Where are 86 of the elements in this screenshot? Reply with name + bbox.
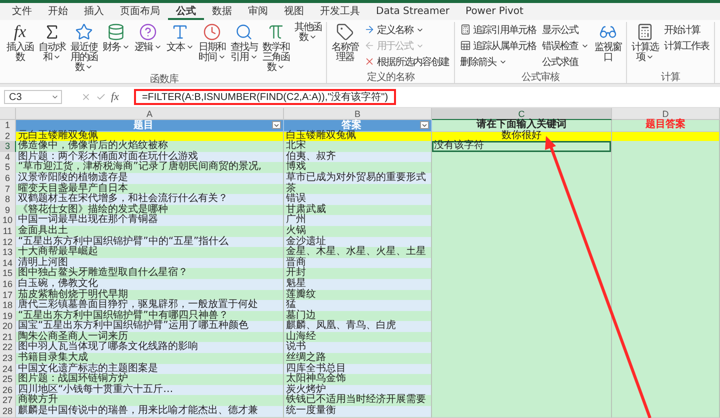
arrow-icon [364,24,375,35]
ribbon-button[interactable]: 删除箭头 [458,54,538,69]
ribbon-button[interactable]: 追踪引用单元格 [458,22,538,37]
row-number[interactable]: 18 [0,300,16,312]
row-number[interactable]: 16 [0,278,16,290]
ribbon-button[interactable]: 计算选项 [630,22,660,64]
row-number[interactable]: 6 [0,172,16,185]
ribbon-tab[interactable]: 审阅 [240,4,276,20]
ribbon-tab[interactable]: 插入 [76,4,112,20]
ribbon-tab[interactable]: 数据 [204,4,240,20]
ribbon-button[interactable]: fx 插入函数 [5,22,35,64]
ribbon-button[interactable]: 开始计算 [662,22,711,37]
row-number[interactable]: 3 [0,141,16,153]
insert-function-button[interactable]: fx [111,91,119,103]
tag-icon [336,23,354,41]
pi-icon [267,23,285,41]
row-number[interactable]: 25 [0,374,16,386]
question-icon [139,23,157,41]
cancel-icon[interactable] [81,92,91,102]
column-title: 题目 [134,120,154,130]
caret-icon [51,93,59,101]
ribbon-button[interactable]: 查找与引用 [229,22,259,64]
select-all-corner[interactable] [0,108,16,120]
caret-icon [421,122,428,128]
group-label: 公式审核 [522,72,560,83]
row-number[interactable]: 11 [0,226,16,238]
ribbon-tab[interactable]: 页面布局 [112,4,168,20]
row-number[interactable]: 20 [0,321,16,333]
ribbon-tab[interactable]: 文件 [4,4,40,20]
ribbon-button[interactable]: 显示公式 [540,22,591,37]
star-icon [75,23,93,41]
ribbon-button[interactable]: 公式求值 [540,54,591,69]
group-label: 定义的名称 [366,72,414,83]
column-header[interactable]: B [284,108,432,120]
ribbon-button[interactable]: 财务 [101,22,131,54]
ribbon-button[interactable]: 计算工作表 [662,38,711,53]
ribbon-button[interactable]: 其他函数 [293,22,323,44]
caret-icon [273,122,280,128]
formula-field[interactable]: =FILTER(A:B,ISNUMBER(FIND(C2,A:A)),"没有该字符") [134,89,396,105]
row-number[interactable]: 5 [0,162,16,174]
ribbon-button[interactable]: 名称管理器 [330,22,360,64]
ribbon-tab[interactable]: 开始 [40,4,76,20]
ribbon-button[interactable]: 逻辑 [133,22,163,54]
ribbon-button[interactable]: 文本 [165,22,195,54]
ribbon-button[interactable]: 错误检查 [540,38,591,53]
search-icon [235,23,253,41]
row-number[interactable]: 28 [0,406,16,418]
row-number[interactable]: 23 [0,353,16,365]
filter-button[interactable] [272,121,281,129]
database-icon [107,23,125,41]
ribbon-button[interactable]: 数学和三角函数 [261,22,291,74]
sheet-icon [460,40,471,51]
ribbon-button[interactable]: 根据所选内容创建 [362,54,451,69]
column-title: 答案 [342,120,362,130]
table-cell: 题目答案 [612,120,720,132]
group-label: 函数库 [150,74,178,85]
arrow-icon [364,40,375,51]
ribbon-button[interactable]: 日期和时间 [197,22,227,64]
row-number[interactable]: 22 [0,342,16,354]
letter-icon [171,23,189,41]
row-number[interactable]: 27 [0,395,16,408]
ribbon-button[interactable]: 自动求和 [37,22,67,64]
ribbon-tab[interactable]: Power Pivot [458,4,532,20]
column-header[interactable]: A [16,108,284,120]
filter-button[interactable] [420,121,429,129]
column-header[interactable]: C [432,108,612,120]
ribbon-button[interactable]: 最近使用的函数 [69,22,99,74]
row-number[interactable]: 10 [0,215,16,227]
name-box[interactable]: C3 [4,90,62,104]
ribbon-button[interactable]: 追踪从属单元格 [458,38,538,53]
ribbon-tab[interactable]: Data Streamer [368,4,458,20]
glasses-icon [599,23,617,41]
check-icon[interactable] [96,92,106,102]
calculator-icon [460,24,471,35]
row-number[interactable]: 13 [0,247,16,259]
cross-icon [364,56,375,67]
ribbon-tab[interactable]: 开发工具 [312,4,368,20]
row-number[interactable]: 1 [0,120,16,132]
calculator-icon [636,23,654,41]
ribbon-button[interactable]: 监视窗口 [593,22,623,64]
ribbon-tab[interactable]: 视图 [276,4,312,20]
ribbon-button[interactable]: 定义名称 [362,22,451,37]
group-label: 计算 [661,72,680,83]
clock-icon [203,23,221,41]
row-number[interactable]: 15 [0,268,16,280]
row-number[interactable]: 8 [0,194,16,206]
